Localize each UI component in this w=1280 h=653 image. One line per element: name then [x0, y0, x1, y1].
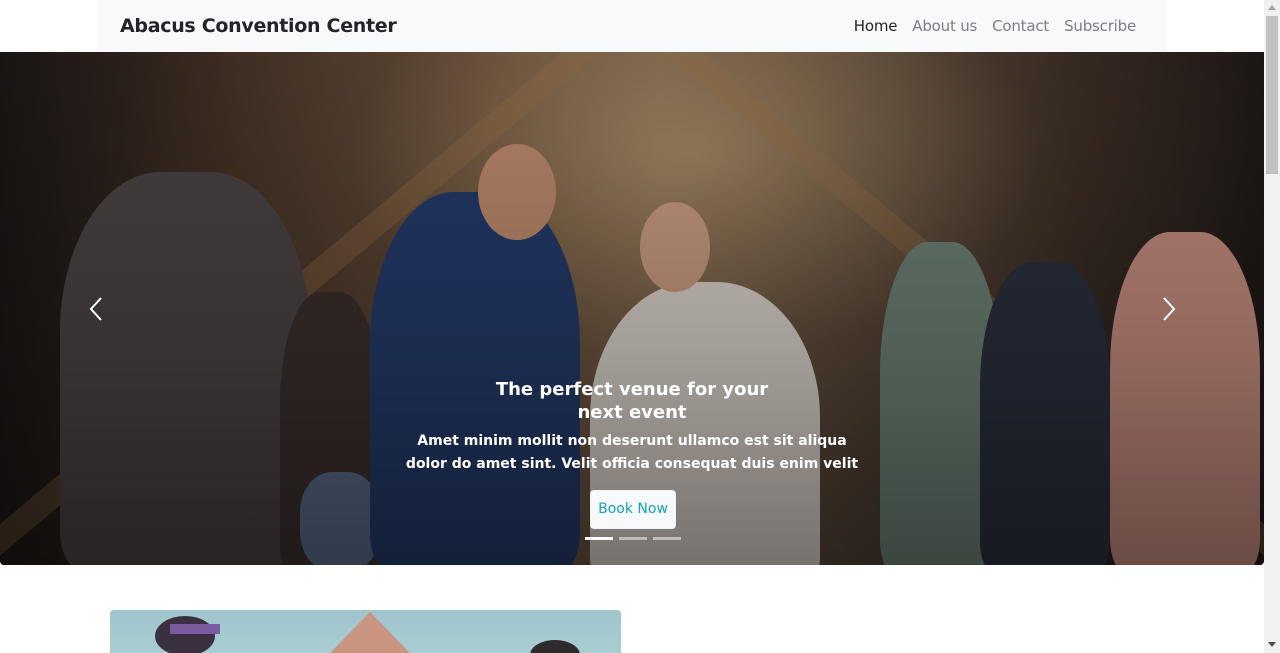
nav-link-subscribe[interactable]: Subscribe [1064, 17, 1136, 35]
caption-text-line: Amet minim mollit non deserunt ullamco e… [417, 433, 847, 449]
hero-overlay [0, 52, 1264, 565]
carousel-caption-text: Amet minim mollit non deserunt ullamco e… [0, 430, 1264, 476]
headband-shape [170, 624, 220, 634]
page-scrollbar[interactable] [1264, 0, 1280, 653]
brand-logo[interactable]: Abacus Convention Center [120, 15, 397, 37]
event-card-image [110, 610, 621, 653]
carousel-prev-button[interactable] [86, 296, 106, 322]
nav-link-home[interactable]: Home [854, 17, 898, 35]
carousel-indicator-1[interactable] [585, 537, 613, 540]
person-shape [530, 640, 580, 653]
caption-title-line: next event [577, 402, 687, 423]
hands-shape [330, 612, 410, 653]
nav-links: Home About us Contact Subscribe [839, 17, 1136, 35]
navbar: Abacus Convention Center Home About us C… [98, 0, 1166, 52]
book-now-button[interactable]: Book Now [590, 490, 676, 529]
nav-link-about[interactable]: About us [912, 17, 977, 35]
scroll-up-icon[interactable] [1268, 5, 1276, 10]
scroll-down-icon[interactable] [1268, 642, 1276, 647]
carousel-indicator-3[interactable] [653, 537, 681, 540]
person-shape [155, 616, 215, 653]
scrollbar-thumb[interactable] [1266, 16, 1278, 174]
carousel-caption-title: The perfect venue for your next event [0, 378, 1264, 424]
carousel-next-button[interactable] [1159, 296, 1179, 322]
carousel-indicator-2[interactable] [619, 537, 647, 540]
chevron-left-icon [89, 297, 102, 321]
caption-title-line: The perfect venue for your [495, 379, 769, 400]
chevron-right-icon [1163, 297, 1176, 321]
hero-carousel: The perfect venue for your next event Am… [0, 52, 1264, 565]
carousel-indicators [585, 537, 681, 540]
caption-text-line: dolor do amet sint. Velit officia conseq… [405, 456, 859, 472]
nav-link-contact[interactable]: Contact [992, 17, 1049, 35]
